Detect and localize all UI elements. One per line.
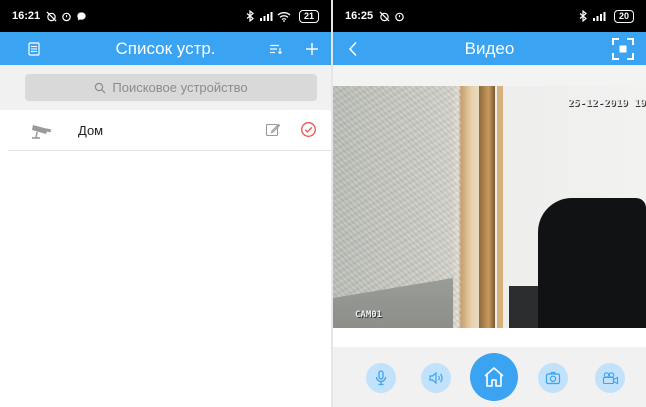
home-icon xyxy=(484,367,504,387)
chevron-left-icon xyxy=(348,41,357,56)
check-circle-icon xyxy=(301,122,316,137)
message-icon xyxy=(77,11,86,21)
search-input[interactable]: Поисковое устройство xyxy=(25,74,317,101)
video-top-spacer xyxy=(333,65,646,86)
edit-device-button[interactable] xyxy=(265,122,281,143)
status-bar: 16:25 20 xyxy=(333,0,646,32)
list-document-icon xyxy=(28,41,40,56)
header-bar: Список устр. xyxy=(0,32,331,65)
status-time: 16:25 xyxy=(345,10,374,22)
status-bar: 16:21 21 xyxy=(0,0,331,32)
edit-icon xyxy=(265,123,281,137)
plus-icon xyxy=(306,42,318,55)
video-feed[interactable]: 25-12-2019 19:25:0 CAM01 xyxy=(333,86,646,328)
back-button[interactable] xyxy=(339,32,367,65)
add-device-button[interactable] xyxy=(298,32,326,65)
device-list-screen: 16:21 21 Список устр. Поисковое устройст xyxy=(0,0,331,407)
video-screen: 16:25 20 Видео 25-12-2019 19:25:0 CAM01 xyxy=(333,0,646,407)
speaker-button[interactable] xyxy=(421,363,451,393)
video-record-icon xyxy=(602,372,618,385)
microphone-icon xyxy=(375,370,387,386)
security-camera-icon xyxy=(32,125,52,139)
snapshot-button[interactable] xyxy=(538,363,568,393)
device-name: Дом xyxy=(78,122,104,138)
battery-indicator: 21 xyxy=(298,9,319,23)
search-placeholder: Поисковое устройство xyxy=(112,80,248,95)
microphone-button[interactable] xyxy=(366,363,396,393)
camera-label-overlay: CAM01 xyxy=(355,310,383,320)
speaker-icon xyxy=(429,371,443,385)
sort-button[interactable] xyxy=(262,32,290,65)
bluetooth-icon xyxy=(579,10,587,22)
home-button[interactable] xyxy=(470,353,518,401)
search-icon xyxy=(95,82,106,93)
alarm-icon xyxy=(62,12,71,21)
video-control-bar xyxy=(333,347,646,407)
device-list-item[interactable]: Дом xyxy=(8,110,331,151)
alarm-off-icon xyxy=(379,10,390,22)
header-bar: Видео xyxy=(333,32,646,65)
search-area: Поисковое устройство xyxy=(0,65,331,110)
bluetooth-icon xyxy=(246,10,254,22)
signal-icon xyxy=(592,11,606,21)
sort-list-icon xyxy=(270,44,283,54)
alarm-icon xyxy=(395,12,404,21)
record-video-button[interactable] xyxy=(595,363,625,393)
signal-icon xyxy=(259,11,273,21)
wifi-icon xyxy=(277,11,291,22)
alarm-off-icon xyxy=(46,10,57,22)
menu-button[interactable] xyxy=(20,32,48,65)
fullscreen-button[interactable] xyxy=(609,32,637,65)
status-time: 16:21 xyxy=(12,10,41,22)
video-timestamp-overlay: 25-12-2019 19:25:0 xyxy=(567,98,646,109)
battery-indicator: 20 xyxy=(613,9,634,23)
select-device-button[interactable] xyxy=(300,121,317,143)
page-title: Видео xyxy=(464,38,515,58)
camera-snapshot-icon xyxy=(545,371,561,385)
fullscreen-icon xyxy=(612,37,634,60)
